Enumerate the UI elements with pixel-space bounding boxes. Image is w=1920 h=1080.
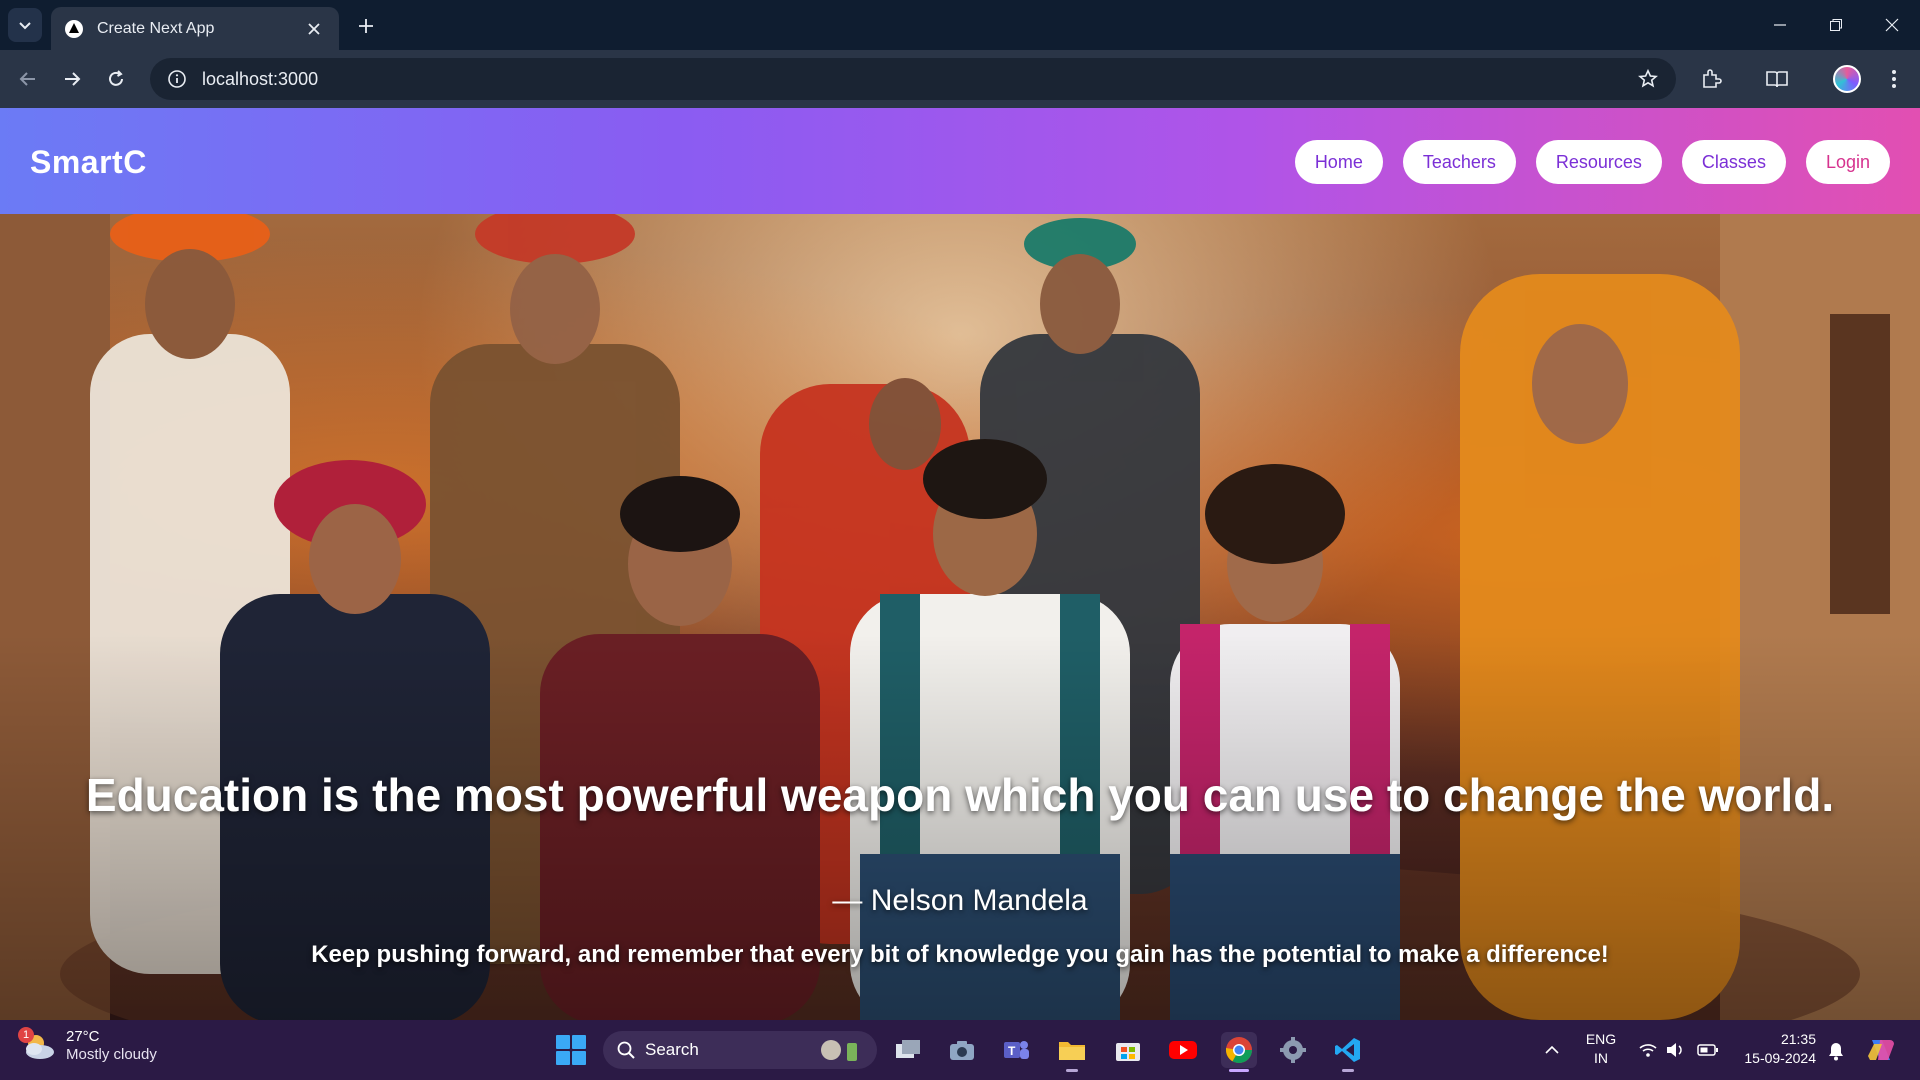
cloudy-weather-icon: 1 bbox=[18, 1027, 56, 1061]
camera-app-button[interactable] bbox=[944, 1032, 980, 1068]
back-button[interactable] bbox=[12, 63, 44, 95]
nav-classes-button[interactable]: Classes bbox=[1681, 140, 1786, 184]
reading-mode-icon[interactable] bbox=[1761, 63, 1793, 95]
address-bar[interactable]: localhost:3000 bbox=[150, 58, 1676, 100]
restore-button[interactable] bbox=[1808, 0, 1864, 50]
notification-bell-icon[interactable] bbox=[1824, 1039, 1848, 1063]
region-code: IN bbox=[1594, 1050, 1608, 1066]
teams-app-button[interactable]: T bbox=[998, 1032, 1034, 1068]
running-indicator bbox=[1066, 1069, 1078, 1072]
folder-icon bbox=[1059, 1042, 1085, 1060]
copilot-icon[interactable] bbox=[1864, 1034, 1898, 1066]
hero-message: Keep pushing forward, and remember that … bbox=[311, 941, 1609, 968]
profile-avatar[interactable] bbox=[1833, 65, 1861, 93]
minimize-button[interactable] bbox=[1752, 0, 1808, 50]
windows-logo-pane bbox=[572, 1051, 586, 1065]
running-indicator bbox=[1342, 1069, 1354, 1072]
search-icon bbox=[617, 1041, 635, 1059]
kebab-menu-icon[interactable] bbox=[1878, 63, 1910, 95]
vscode-app-button[interactable] bbox=[1330, 1032, 1366, 1072]
weather-badge: 1 bbox=[18, 1027, 34, 1043]
windows-logo-pane bbox=[572, 1035, 586, 1049]
system-clock[interactable]: 21:35 15-09-2024 bbox=[1734, 1030, 1816, 1068]
battery-icon[interactable] bbox=[1696, 1039, 1720, 1061]
extensions-icon[interactable] bbox=[1695, 63, 1727, 95]
star-icon[interactable] bbox=[1628, 59, 1668, 99]
search-label: Search bbox=[645, 1040, 699, 1059]
weather-condition: Mostly cloudy bbox=[66, 1046, 157, 1063]
site-brand[interactable]: SmartC bbox=[30, 144, 147, 181]
web-page: SmartC Home Teachers Resources Classes L… bbox=[0, 108, 1920, 1020]
window-controls bbox=[1752, 0, 1920, 50]
arrow-right-icon bbox=[65, 72, 81, 86]
nextjs-icon bbox=[65, 19, 83, 38]
weather-temperature: 27°C bbox=[66, 1028, 100, 1045]
youtube-icon bbox=[1169, 1041, 1197, 1059]
forward-button[interactable] bbox=[56, 63, 88, 95]
search-highlight-icon bbox=[821, 1040, 857, 1061]
show-hidden-icons-button[interactable] bbox=[1540, 1038, 1564, 1062]
site-navbar: SmartC Home Teachers Resources Classes L… bbox=[0, 108, 1920, 214]
camera-icon bbox=[950, 1041, 974, 1060]
nav-resources-button[interactable]: Resources bbox=[1535, 140, 1662, 184]
teams-icon: T bbox=[1004, 1041, 1029, 1059]
close-icon bbox=[1885, 18, 1899, 32]
running-indicator bbox=[1229, 1069, 1249, 1072]
gear-icon bbox=[1280, 1037, 1306, 1063]
reload-icon bbox=[109, 70, 123, 86]
chrome-app-button[interactable] bbox=[1221, 1032, 1257, 1072]
plus-icon bbox=[359, 19, 373, 33]
windows-logo-pane bbox=[556, 1051, 570, 1065]
start-button[interactable] bbox=[556, 1035, 586, 1065]
hero-quote-author: — Nelson Mandela bbox=[832, 884, 1088, 917]
nav-links: Home Teachers Resources Classes Login bbox=[1294, 140, 1890, 184]
browser-tab[interactable]: Create Next App bbox=[51, 7, 339, 50]
restore-icon bbox=[1830, 19, 1842, 31]
new-tab-button[interactable] bbox=[352, 12, 380, 40]
language-code: ENG bbox=[1585, 1031, 1617, 1047]
microsoft-store-button[interactable] bbox=[1110, 1032, 1146, 1068]
task-view-button[interactable] bbox=[890, 1032, 926, 1068]
browser-tabstrip: Create Next App bbox=[0, 0, 1920, 50]
hero-section: Education is the most powerful weapon wh… bbox=[0, 214, 1920, 1020]
windows-taskbar: 1 27°C Mostly cloudy Search T ENG IN 21:… bbox=[0, 1020, 1920, 1080]
chevron-up-icon bbox=[1545, 1045, 1559, 1054]
chrome-icon bbox=[1225, 1037, 1253, 1064]
input-language[interactable]: ENG IN bbox=[1584, 1030, 1618, 1068]
store-icon bbox=[1116, 1043, 1140, 1061]
tab-search-button[interactable] bbox=[8, 8, 42, 42]
vscode-icon bbox=[1335, 1038, 1360, 1062]
clock-date: 15-09-2024 bbox=[1744, 1050, 1816, 1066]
arrow-left-icon bbox=[19, 72, 35, 86]
settings-app-button[interactable] bbox=[1275, 1032, 1311, 1068]
task-view-icon bbox=[896, 1040, 920, 1058]
url-text: localhost:3000 bbox=[202, 68, 319, 89]
reload-button[interactable] bbox=[100, 63, 132, 95]
youtube-app-button[interactable] bbox=[1165, 1032, 1201, 1068]
file-explorer-button[interactable] bbox=[1054, 1032, 1090, 1072]
clock-time: 21:35 bbox=[1780, 1031, 1816, 1047]
chevron-down-icon bbox=[19, 22, 31, 30]
nav-home-button[interactable]: Home bbox=[1294, 140, 1383, 184]
taskbar-search[interactable]: Search bbox=[603, 1031, 877, 1069]
nav-login-button[interactable]: Login bbox=[1805, 140, 1890, 184]
svg-text:T: T bbox=[1008, 1044, 1016, 1058]
nav-teachers-button[interactable]: Teachers bbox=[1402, 140, 1516, 184]
volume-icon[interactable] bbox=[1664, 1039, 1686, 1061]
minimize-icon bbox=[1774, 24, 1786, 26]
close-icon[interactable] bbox=[303, 18, 325, 40]
windows-logo-pane bbox=[556, 1035, 570, 1049]
wifi-icon[interactable] bbox=[1637, 1039, 1659, 1061]
close-window-button[interactable] bbox=[1864, 0, 1920, 50]
tab-title: Create Next App bbox=[97, 19, 215, 37]
weather-widget[interactable]: 1 27°C Mostly cloudy bbox=[18, 1027, 157, 1064]
site-info-icon[interactable] bbox=[164, 66, 190, 92]
browser-toolbar: localhost:3000 bbox=[0, 50, 1920, 108]
hero-quote: Education is the most powerful weapon wh… bbox=[85, 769, 1835, 821]
